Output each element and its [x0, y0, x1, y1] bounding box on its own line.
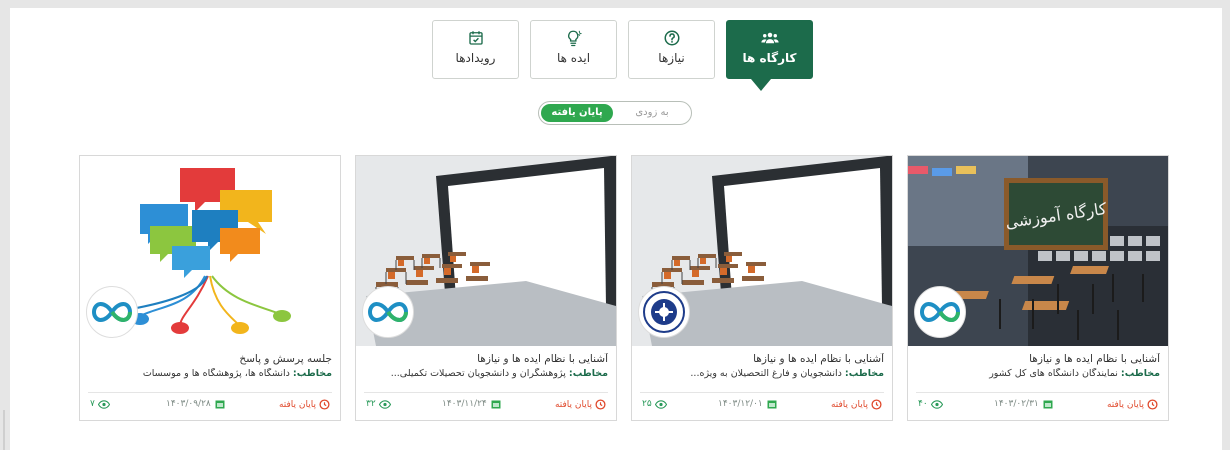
card-audience: مخاطب: نمایندگان دانشگاه های کل کشور — [914, 368, 1160, 379]
eye-icon — [654, 399, 667, 409]
views-text: ۲۵ — [642, 399, 652, 409]
card-title[interactable]: آشنایی با نظام ایده ها و نیازها — [638, 353, 884, 365]
calendar-icon — [767, 400, 777, 409]
divider — [88, 392, 332, 393]
infinity-logo — [86, 286, 138, 338]
card-date: ۱۴۰۳/۱۲/۰۱ — [718, 399, 777, 409]
views-text: ۷ — [90, 399, 95, 409]
calendar-icon — [1043, 400, 1053, 409]
event-card[interactable]: آشنایی با نظام ایده ها و نیازها مخاطب: پ… — [355, 155, 617, 421]
status-text: پایان یافته — [1106, 399, 1144, 410]
card-footer: پایان یافته ۱۴۰۳/۰۲/۳۱ ۴۰ — [908, 399, 1168, 415]
category-tabs: کارگاه ها نیازها ایده ها رویدادها — [424, 20, 818, 91]
date-text: ۱۴۰۳/۱۱/۲۴ — [442, 399, 487, 409]
clock-icon — [1147, 399, 1158, 410]
infinity-logo — [914, 286, 966, 338]
status-badge: پایان یافته — [831, 399, 882, 410]
date-text: ۱۴۰۳/۰۹/۲۸ — [166, 399, 211, 409]
calendar-icon — [491, 400, 501, 409]
divider — [640, 392, 884, 393]
audience-label: مخاطب: — [1120, 368, 1160, 379]
view-count: ۳۲ — [366, 399, 391, 409]
status-badge: پایان یافته — [279, 399, 330, 410]
card-date: ۱۴۰۳/۰۲/۳۱ — [994, 399, 1053, 409]
card-audience: مخاطب: دانشگاه ها، پژوهشگاه ها و موسسات — [86, 368, 332, 379]
divider — [3, 410, 5, 450]
clock-icon — [595, 399, 606, 410]
view-count: ۷ — [90, 399, 110, 409]
card-title[interactable]: آشنایی با نظام ایده ها و نیازها — [362, 353, 608, 365]
card-footer: پایان یافته ۱۴۰۳/۱۲/۰۱ ۲۵ — [632, 399, 892, 415]
tab-label: کارگاه ها — [742, 51, 797, 65]
divider — [364, 392, 608, 393]
card-footer: پایان یافته ۱۴۰۳/۰۹/۲۸ ۷ — [80, 399, 340, 415]
tab-label: ایده ها — [556, 51, 591, 65]
tab-ideas[interactable]: ایده ها — [530, 20, 617, 79]
clock-icon — [871, 399, 882, 410]
event-card[interactable]: آشنایی با نظام ایده ها و نیازها مخاطب: د… — [631, 155, 893, 421]
audience-label: مخاطب: — [292, 368, 332, 379]
audience-label: مخاطب: — [568, 368, 608, 379]
question-icon — [664, 30, 679, 46]
tab-workshops[interactable]: کارگاه ها — [726, 20, 813, 79]
date-text: ۱۴۰۳/۰۲/۳۱ — [994, 399, 1039, 409]
audience-text: دانشجویان و فارغ التحصیلان به ویژه... — [690, 368, 845, 379]
date-text: ۱۴۰۳/۱۲/۰۱ — [718, 399, 763, 409]
event-card[interactable]: کارگاه آموزشی آشنایی با نظام ایده ها و ن… — [907, 155, 1169, 421]
infinity-logo — [362, 286, 414, 338]
active-tab-pointer — [751, 79, 771, 91]
calendar-check-icon — [468, 31, 483, 45]
view-count: ۲۵ — [642, 399, 667, 409]
card-audience: مخاطب: پژوهشگران و دانشجویان تحصیلات تکم… — [362, 368, 608, 379]
card-date: ۱۴۰۳/۱۱/۲۴ — [442, 399, 501, 409]
eye-icon — [378, 399, 391, 409]
card-title[interactable]: آشنایی با نظام ایده ها و نیازها — [914, 353, 1160, 365]
university-seal-logo — [638, 286, 690, 338]
card-footer: پایان یافته ۱۴۰۳/۱۱/۲۴ ۳۲ — [356, 399, 616, 415]
lightbulb-icon — [567, 30, 582, 47]
views-text: ۴۰ — [918, 399, 928, 409]
card-audience: مخاطب: دانشجویان و فارغ التحصیلان به ویژ… — [638, 368, 884, 379]
audience-label: مخاطب: — [844, 368, 884, 379]
filter-upcoming-button[interactable]: به زودی — [619, 104, 685, 122]
tab-label: رویدادها — [455, 51, 496, 65]
audience-text: نمایندگان دانشگاه های کل کشور — [989, 368, 1121, 379]
audience-text: دانشگاه ها، پژوهشگاه ها و موسسات — [142, 368, 293, 379]
status-text: پایان یافته — [830, 399, 868, 410]
filter-past-button[interactable]: پایان یافته — [541, 104, 613, 122]
status-filter-toggle: پایان یافته به زودی — [538, 101, 692, 125]
card-title[interactable]: جلسه پرسش و پاسخ — [86, 353, 332, 365]
status-badge: پایان یافته — [1107, 399, 1158, 410]
card-date: ۱۴۰۳/۰۹/۲۸ — [166, 399, 225, 409]
calendar-icon — [215, 400, 225, 409]
tab-label: نیازها — [658, 51, 685, 65]
eye-icon — [97, 399, 110, 409]
status-text: پایان یافته — [554, 399, 592, 410]
view-count: ۴۰ — [918, 399, 943, 409]
status-text: پایان یافته — [278, 399, 316, 410]
event-card[interactable]: جلسه پرسش و پاسخ مخاطب: دانشگاه ها، پژوه… — [79, 155, 341, 421]
views-text: ۳۲ — [366, 399, 376, 409]
tab-needs[interactable]: نیازها — [628, 20, 715, 79]
audience-text: پژوهشگران و دانشجویان تحصیلات تکمیلی... — [390, 368, 569, 379]
users-icon — [760, 32, 779, 44]
tab-events[interactable]: رویدادها — [432, 20, 519, 79]
clock-icon — [319, 399, 330, 410]
status-badge: پایان یافته — [555, 399, 606, 410]
divider — [916, 392, 1160, 393]
eye-icon — [930, 399, 943, 409]
